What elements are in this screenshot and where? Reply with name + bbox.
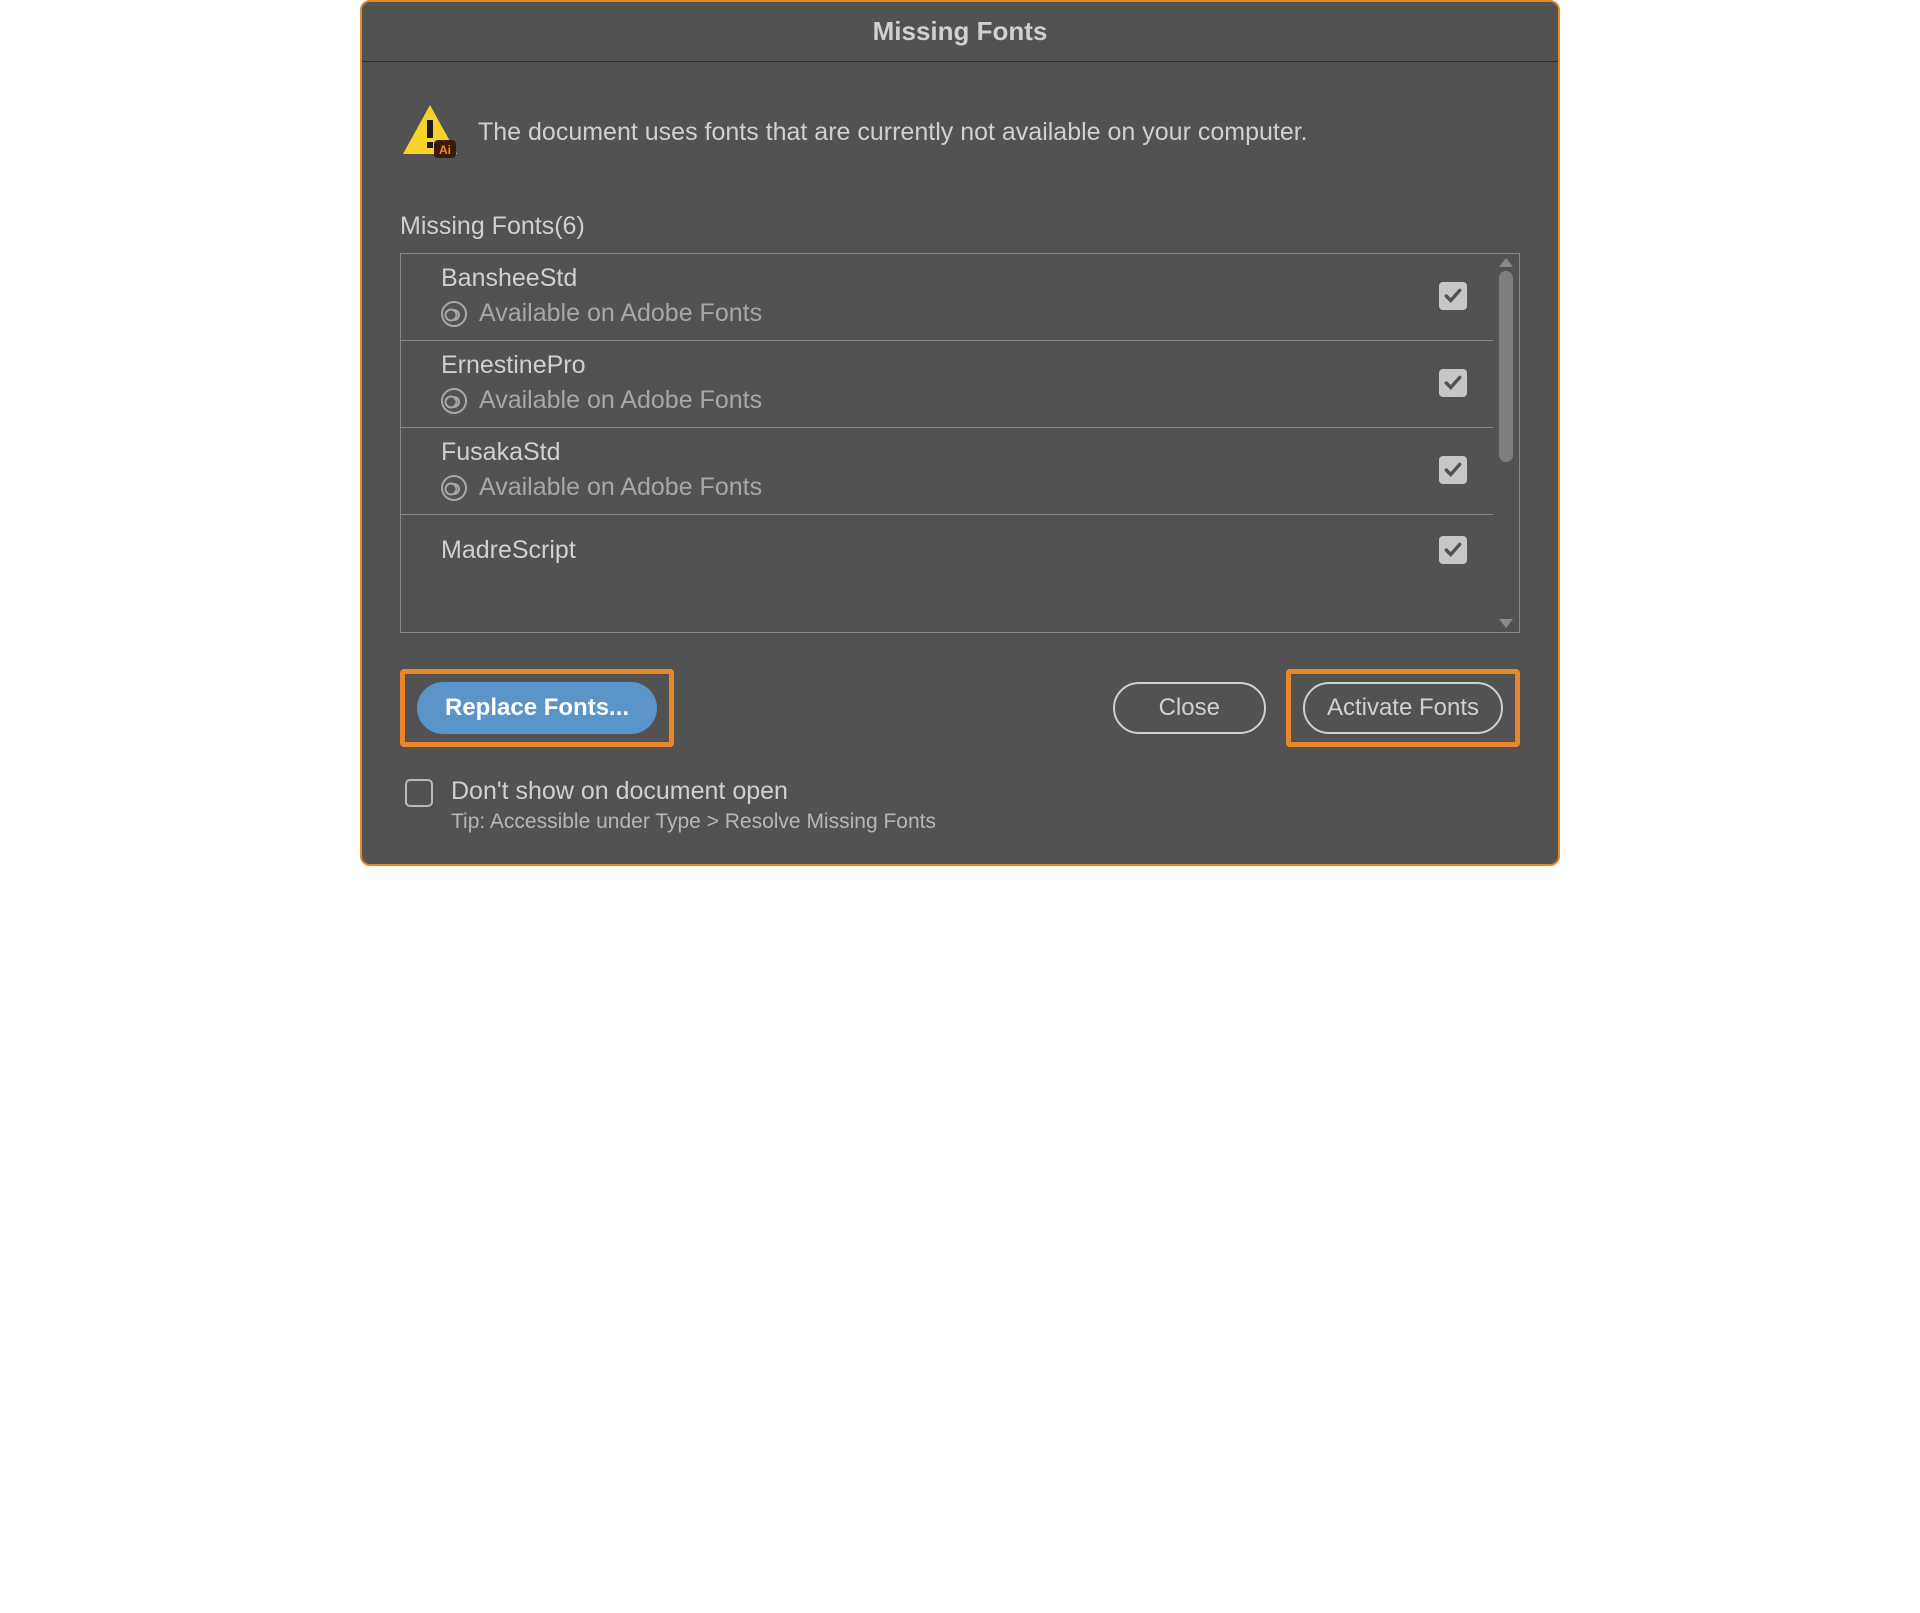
warning-icon: Ai xyxy=(400,102,460,162)
creative-cloud-icon xyxy=(441,475,467,501)
scroll-down-arrow-icon[interactable] xyxy=(1499,619,1513,628)
font-list: BansheeStd Available on Adobe Fonts xyxy=(401,254,1493,632)
font-name: MadreScript xyxy=(441,536,576,565)
font-checkbox[interactable] xyxy=(1439,536,1467,564)
font-availability: Available on Adobe Fonts xyxy=(479,386,762,415)
button-row: Replace Fonts... Close Activate Fonts xyxy=(400,669,1520,747)
dont-show-label: Don't show on document open xyxy=(451,777,936,806)
replace-fonts-button[interactable]: Replace Fonts... xyxy=(417,682,657,734)
font-name: BansheeStd xyxy=(441,264,762,293)
font-checkbox[interactable] xyxy=(1439,456,1467,484)
tip-text: Tip: Accessible under Type > Resolve Mis… xyxy=(451,810,936,834)
font-row[interactable]: BansheeStd Available on Adobe Fonts xyxy=(401,254,1493,341)
dialog-title: Missing Fonts xyxy=(873,16,1048,46)
font-checkbox[interactable] xyxy=(1439,282,1467,310)
creative-cloud-icon xyxy=(441,388,467,414)
warning-message: The document uses fonts that are current… xyxy=(478,117,1308,147)
dialog-title-bar: Missing Fonts xyxy=(362,2,1558,62)
font-row[interactable]: ErnestinePro Available on Adobe Fonts xyxy=(401,341,1493,428)
font-checkbox[interactable] xyxy=(1439,369,1467,397)
dont-show-row: Don't show on document open Tip: Accessi… xyxy=(400,777,1520,834)
font-name: ErnestinePro xyxy=(441,351,762,380)
dont-show-checkbox[interactable] xyxy=(405,779,433,807)
font-row[interactable]: FusakaStd Available on Adobe Fonts xyxy=(401,428,1493,515)
svg-text:Ai: Ai xyxy=(439,143,451,157)
dialog-content: Ai The document uses fonts that are curr… xyxy=(362,62,1558,864)
scroll-thumb[interactable] xyxy=(1499,271,1513,462)
font-list-label: Missing Fonts(6) xyxy=(400,212,1520,241)
font-name: FusakaStd xyxy=(441,438,762,467)
font-availability: Available on Adobe Fonts xyxy=(479,299,762,328)
activate-highlight: Activate Fonts xyxy=(1286,669,1520,747)
font-availability: Available on Adobe Fonts xyxy=(479,473,762,502)
scrollbar[interactable] xyxy=(1493,254,1519,632)
missing-fonts-dialog: Missing Fonts Ai The document uses fonts… xyxy=(360,0,1560,866)
warning-row: Ai The document uses fonts that are curr… xyxy=(400,102,1520,162)
activate-fonts-button[interactable]: Activate Fonts xyxy=(1303,682,1503,734)
creative-cloud-icon xyxy=(441,301,467,327)
replace-highlight: Replace Fonts... xyxy=(400,669,674,747)
font-list-container: BansheeStd Available on Adobe Fonts xyxy=(400,253,1520,633)
close-button[interactable]: Close xyxy=(1113,682,1266,734)
scroll-up-arrow-icon[interactable] xyxy=(1499,258,1513,267)
font-row[interactable]: MadreScript xyxy=(401,515,1493,575)
